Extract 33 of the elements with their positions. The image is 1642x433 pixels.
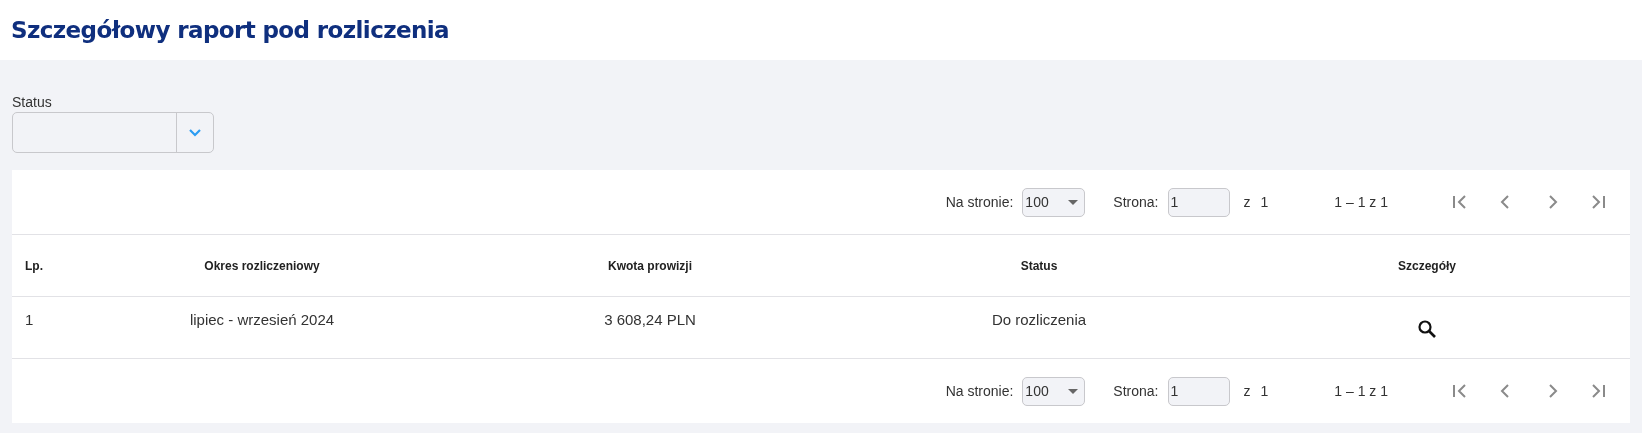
first-page-icon	[1451, 382, 1469, 400]
range-label: 1 – 1 z 1	[1334, 383, 1388, 399]
chevron-down-icon	[188, 128, 202, 137]
page-count: 1	[1260, 194, 1269, 210]
first-page-icon	[1451, 193, 1469, 211]
page-input[interactable]: 1	[1167, 376, 1230, 406]
table-cell: Do rozliczenia	[991, 311, 1087, 328]
range-label: 1 – 1 z 1	[1334, 194, 1388, 210]
page-count: 1	[1260, 383, 1269, 399]
table-cell: lipiec - wrzesień 2024	[189, 311, 335, 328]
column-header: Status	[1020, 258, 1058, 273]
column-header: Kwota prowizji	[608, 258, 692, 273]
per-page-select[interactable]: 100	[1022, 376, 1086, 406]
table-cell: 3 608,24 PLN	[604, 311, 696, 328]
page-title: Szczegółowy raport pod rozliczenia	[11, 17, 449, 43]
column-header: Lp.	[24, 258, 43, 273]
page-input[interactable]: 1	[1167, 187, 1230, 217]
search-icon[interactable]	[1417, 319, 1437, 339]
caret-down-icon	[1068, 199, 1079, 205]
table-cell-text: 1	[24, 311, 34, 328]
last-page-icon	[1589, 193, 1607, 211]
field-label: Na stronie:	[945, 383, 1014, 399]
of-label: z	[1243, 194, 1251, 210]
field-label: Strona:	[1113, 383, 1159, 399]
per-page-select[interactable]: 100	[1022, 187, 1086, 217]
of-label: z	[1243, 383, 1251, 399]
field-label: Strona:	[1113, 194, 1159, 210]
caret-down-icon	[1068, 388, 1079, 394]
column-header: Okres rozliczeniowy	[204, 258, 320, 273]
field-label: Na stronie:	[945, 194, 1014, 210]
column-header: Szczegóły	[1397, 258, 1457, 273]
last-page-icon	[1589, 382, 1607, 400]
field-label: Status	[12, 94, 52, 110]
